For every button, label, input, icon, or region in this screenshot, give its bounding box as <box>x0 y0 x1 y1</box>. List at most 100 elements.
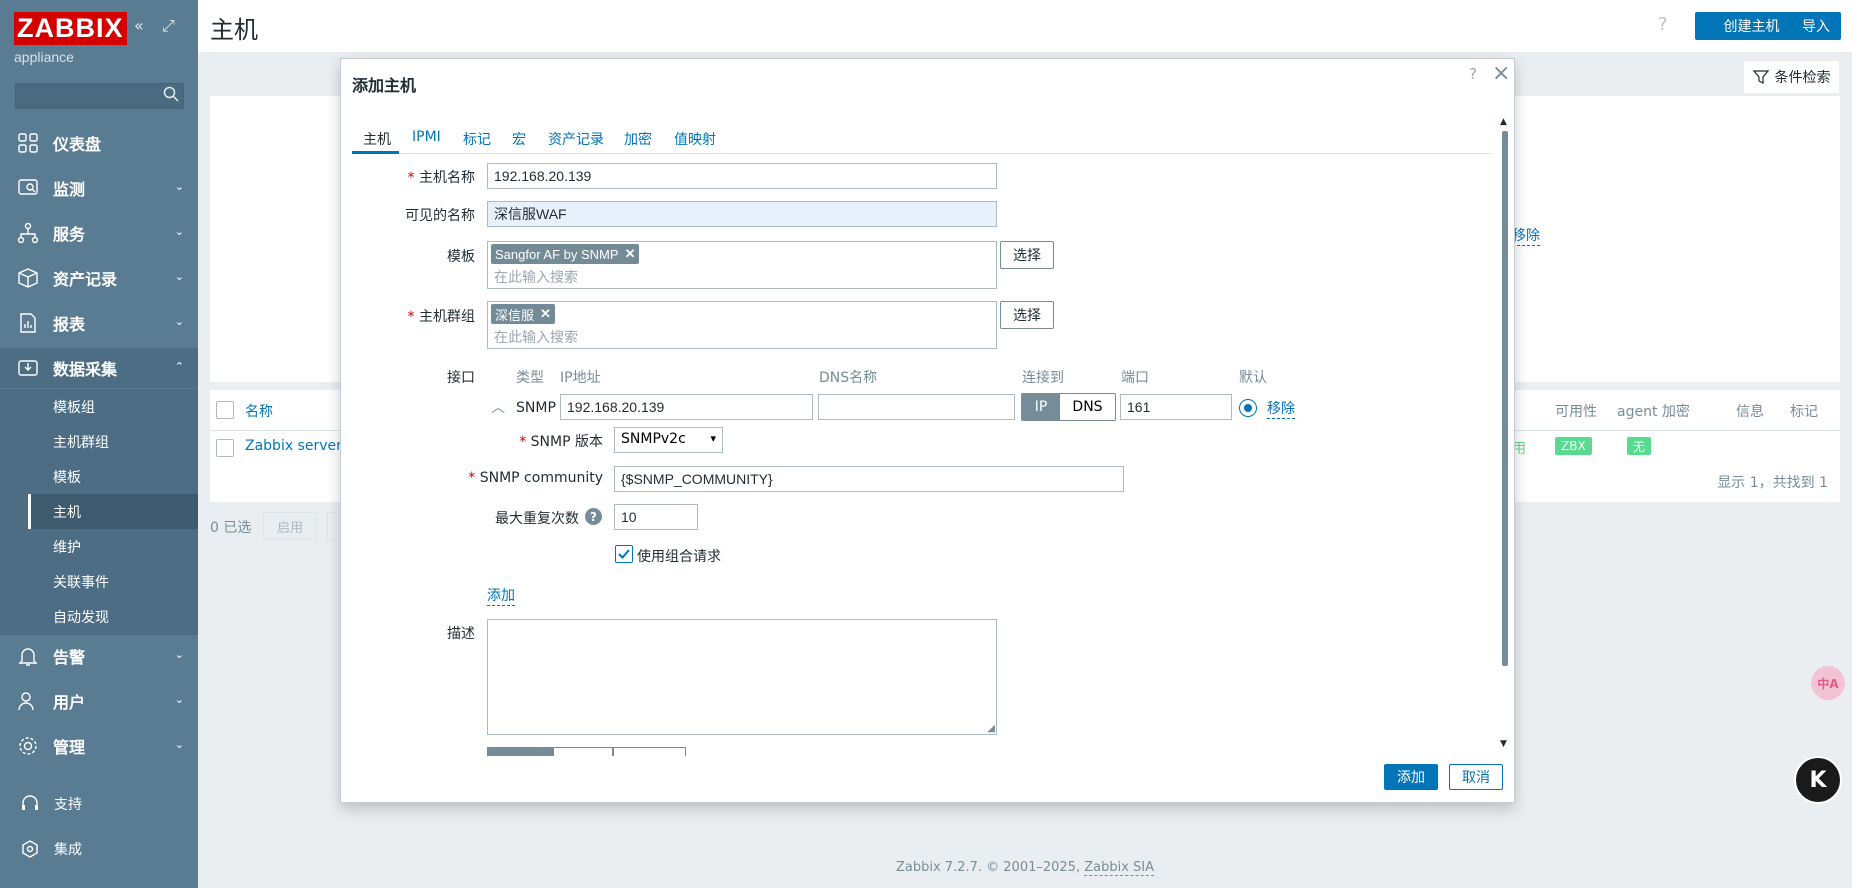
menu-data-collection[interactable]: 数据采集 ⌃ <box>0 348 198 388</box>
max-repetitions-label: 最大重复次数 <box>495 511 579 527</box>
collapse-interface-icon[interactable]: ︿ <box>491 397 505 417</box>
templates-multiselect[interactable]: Sangfor AF by SNMP ✕ 在此输入搜索 <box>487 241 997 289</box>
menu-label: 监测 <box>53 180 86 199</box>
menu-inventory[interactable]: 资产记录 ⌄ <box>0 258 198 298</box>
tab-ipmi[interactable]: IPMI <box>412 129 441 145</box>
filter-tab[interactable]: 条件检索 <box>1744 61 1839 93</box>
add-interface-link[interactable]: 添加 <box>487 585 515 606</box>
displaying-count: 显示 1，共找到 1 <box>1717 475 1828 491</box>
data-collection-icon <box>18 360 38 376</box>
monitored-by-toggle[interactable] <box>487 747 686 756</box>
host-name-link[interactable]: Zabbix server <box>245 438 342 454</box>
submenu-event-correlation[interactable]: 关联事件 <box>28 564 198 599</box>
scrollbar-thumb[interactable] <box>1502 131 1508 666</box>
users-icon <box>18 692 34 711</box>
translate-widget-icon[interactable]: 中A <box>1811 666 1845 700</box>
menu-integrations[interactable]: 集成 <box>0 829 198 869</box>
menu-users[interactable]: 用户 ⌄ <box>0 681 198 721</box>
scroll-up-arrow-icon[interactable]: ▲ <box>1500 117 1507 127</box>
snmp-community-input[interactable] <box>614 466 1124 492</box>
active-tab-indicator <box>352 151 399 154</box>
submenu-maintenance[interactable]: 维护 <box>28 529 198 564</box>
tab-tags[interactable]: 标记 <box>463 129 491 149</box>
max-repetitions-input[interactable] <box>614 504 698 530</box>
iface-default-radio[interactable] <box>1239 399 1257 417</box>
description-textarea[interactable]: ◢ <box>487 619 997 735</box>
import-button[interactable]: 导入 <box>1791 12 1841 40</box>
help-hint-icon[interactable]: ? <box>585 508 602 525</box>
assistant-widget-icon[interactable]: K <box>1794 756 1842 804</box>
enable-button[interactable]: 启用 <box>263 512 317 540</box>
groups-select-button[interactable]: 选择 <box>1000 301 1054 329</box>
visible-name-input[interactable] <box>487 201 997 227</box>
filter-icon <box>1752 70 1769 84</box>
group-tag: 深信服 ✕ <box>491 304 555 324</box>
snmp-community-label: * SNMP community <box>468 470 603 486</box>
chevron-down-icon: ⌄ <box>174 738 184 751</box>
help-icon[interactable]: ? <box>1658 14 1668 35</box>
remove-tag-icon[interactable]: ✕ <box>625 246 636 262</box>
submenu-templates[interactable]: 模板 <box>28 459 198 494</box>
iface-remove-link[interactable]: 移除 <box>1267 398 1295 419</box>
resize-handle-icon[interactable]: ◢ <box>987 723 995 734</box>
menu-dashboards[interactable]: 仪表盘 <box>0 123 198 163</box>
template-tag: Sangfor AF by SNMP ✕ <box>491 244 640 264</box>
submenu-template-groups[interactable]: 模板组 <box>28 389 198 424</box>
encryption-badge: 无 <box>1627 437 1652 455</box>
chevron-down-icon: ▾ <box>710 432 716 445</box>
tab-macros[interactable]: 宏 <box>512 129 526 149</box>
row-checkbox[interactable] <box>216 439 234 457</box>
sidebar-search-input[interactable] <box>15 83 184 109</box>
scroll-down-arrow-icon[interactable]: ▼ <box>1500 739 1507 749</box>
collapse-sidebar-icon[interactable]: « <box>134 16 144 35</box>
host-name-input[interactable] <box>487 163 997 189</box>
dialog-help-icon[interactable]: ? <box>1469 65 1477 83</box>
column-availability: 可用性 <box>1555 404 1597 420</box>
snmp-version-label: * SNMP 版本 <box>519 434 603 450</box>
submenu-hosts[interactable]: 主机 <box>28 494 198 529</box>
menu-label: 用户 <box>53 693 86 712</box>
menu-reports[interactable]: 报表 ⌄ <box>0 303 198 343</box>
zbx-availability-badge: ZBX <box>1555 437 1592 455</box>
column-name[interactable]: 名称 <box>245 401 273 421</box>
menu-alerts[interactable]: 告警 ⌄ <box>0 636 198 676</box>
snmp-version-select[interactable]: SNMPv2c ▾ <box>614 427 723 453</box>
alerts-icon <box>18 648 38 666</box>
menu-label: 仪表盘 <box>53 135 102 154</box>
administration-icon <box>19 737 37 755</box>
data-collection-submenu: 模板组 主机群组 模板 主机 维护 关联事件 自动发现 <box>0 389 198 635</box>
add-button[interactable]: 添加 <box>1384 764 1438 790</box>
host-groups-multiselect[interactable]: 深信服 ✕ 在此输入搜索 <box>487 301 997 349</box>
footer: Zabbix 7.2.7. © 2001–2025, Zabbix SIA <box>198 860 1852 876</box>
use-bulk-checkbox[interactable] <box>615 545 633 563</box>
menu-label: 资产记录 <box>53 270 118 289</box>
cancel-button[interactable]: 取消 <box>1449 764 1503 790</box>
connect-dns-option[interactable]: DNS <box>1060 394 1115 420</box>
groups-search-placeholder[interactable]: 在此输入搜索 <box>494 327 578 347</box>
select-all-checkbox[interactable] <box>216 401 234 419</box>
submenu-host-groups[interactable]: 主机群组 <box>28 424 198 459</box>
iface-port-input[interactable] <box>1120 394 1232 420</box>
templates-search-placeholder[interactable]: 在此输入搜索 <box>494 267 578 287</box>
tab-inventory[interactable]: 资产记录 <box>548 129 604 149</box>
footer-link[interactable]: Zabbix SIA <box>1084 860 1155 876</box>
tab-value-mapping[interactable]: 值映射 <box>674 129 716 149</box>
connect-ip-option[interactable]: IP <box>1022 394 1060 420</box>
remove-tag-icon[interactable]: ✕ <box>540 306 551 322</box>
submenu-discovery[interactable]: 自动发现 <box>28 599 198 634</box>
menu-support[interactable]: 支持 <box>0 784 198 824</box>
search-icon[interactable] <box>163 86 179 102</box>
zabbix-logo[interactable]: ZABBIX <box>14 12 127 45</box>
dialog-title: 添加主机 <box>352 76 417 95</box>
iface-dns-input[interactable] <box>818 394 1015 420</box>
close-icon[interactable]: × <box>1492 61 1510 86</box>
menu-monitoring[interactable]: 监测 ⌄ <box>0 168 198 208</box>
filter-remove-link[interactable]: 移除 <box>1512 225 1540 246</box>
menu-services[interactable]: 服务 ⌄ <box>0 213 198 253</box>
menu-administration[interactable]: 管理 ⌄ <box>0 726 198 766</box>
templates-select-button[interactable]: 选择 <box>1000 241 1054 269</box>
tab-host[interactable]: 主机 <box>363 129 391 149</box>
tab-encryption[interactable]: 加密 <box>624 129 652 149</box>
iface-ip-input[interactable] <box>560 394 813 420</box>
kiosk-mode-icon[interactable]: ⤢ <box>162 16 175 36</box>
